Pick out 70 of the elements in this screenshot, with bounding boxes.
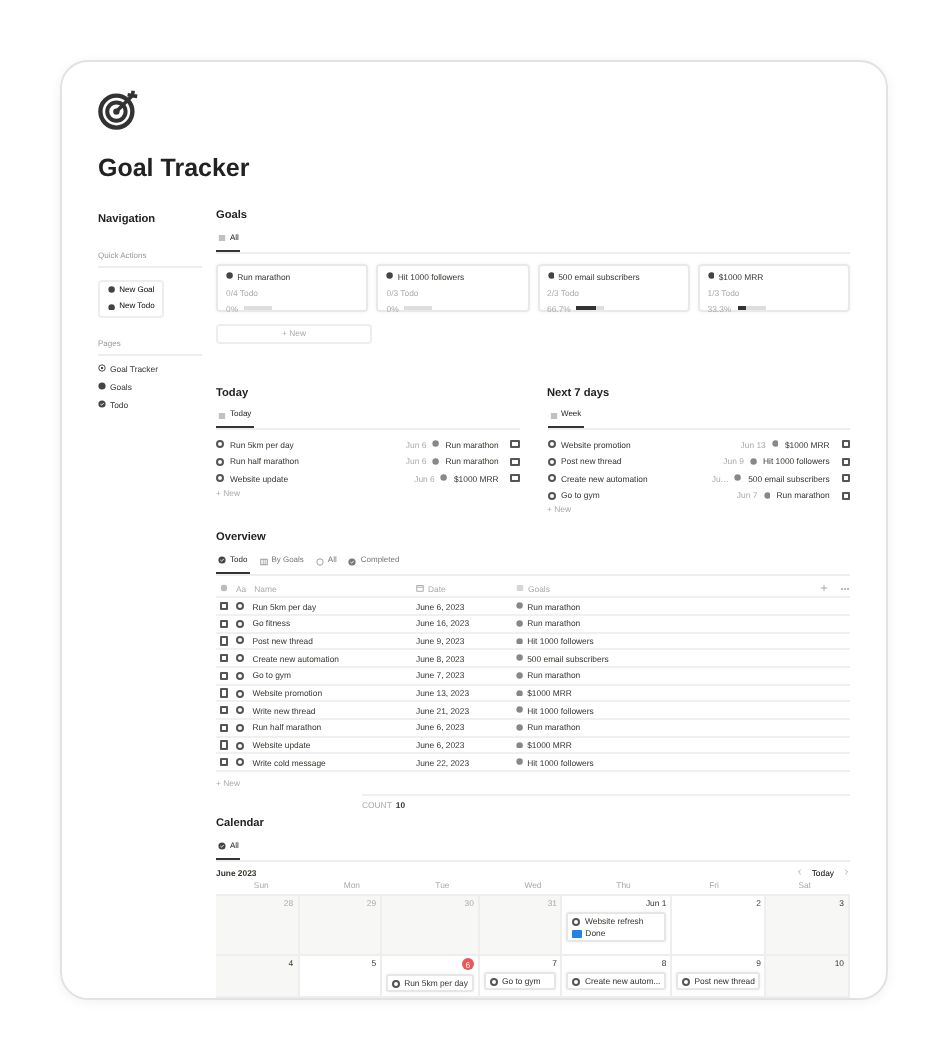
status-circle-icon [236,671,245,680]
goal-icon [98,382,106,391]
checkbox[interactable] [220,706,229,715]
checkbox[interactable] [220,601,229,611]
checkbox[interactable] [220,671,229,680]
goal-icon [516,672,524,680]
status-circle-icon [236,619,245,628]
status-circle-icon [236,689,245,697]
checkbox[interactable] [220,688,229,698]
goal-icon [707,272,715,280]
target-icon [98,364,106,373]
checkbox[interactable] [510,474,519,483]
status-circle-icon [236,758,245,767]
goal-icon [516,689,524,697]
status-circle-icon [547,440,555,449]
status-circle-icon [392,979,401,988]
checkbox[interactable] [841,457,850,466]
goal-icon [547,272,555,280]
goal-icon [516,654,524,662]
checkbox[interactable] [220,636,229,646]
goal-icon [108,286,116,294]
status-circle-icon [216,440,224,449]
goal-icon [763,491,771,500]
checkbox[interactable] [510,440,519,449]
checkbox[interactable] [220,654,229,663]
goal-icon [516,602,524,610]
goal-icon [386,272,394,280]
goal-icon [771,440,779,449]
page-title: Goal Tracker [98,154,252,184]
chevron-right-icon [842,868,850,877]
status-circle-icon [236,706,245,715]
checkbox[interactable] [220,723,229,732]
status-circle-icon [547,474,555,483]
checkbox[interactable] [220,619,229,628]
check-circle-icon [348,557,357,566]
status-circle-icon [216,457,224,466]
status-circle-icon [236,741,245,750]
checkbox[interactable] [510,457,519,466]
check-circle-icon [218,842,226,851]
status-circle-icon [236,636,245,645]
status-circle-icon [236,602,245,611]
circle-icon [220,584,228,593]
goal-icon [108,303,116,311]
status-circle-icon [547,457,555,466]
checkbox[interactable] [841,440,850,449]
status-circle-icon [572,977,581,986]
calendar-icon [416,584,424,593]
chevron-left-icon [795,868,804,877]
status-circle-icon [489,977,498,986]
goal-icon [516,706,524,714]
goal-icon [516,637,524,645]
check-circle-icon [218,556,226,565]
checkbox[interactable] [220,740,229,750]
status-circle-icon [682,977,691,986]
status-circle-icon [547,491,555,500]
goal-icon [516,741,524,749]
target-icon [98,90,138,130]
goal-icon [226,272,234,280]
checkbox[interactable] [841,491,850,500]
status-circle-icon [236,723,245,732]
plus-icon [820,584,828,593]
status-circle-icon [572,917,581,926]
checkbox[interactable] [841,474,850,483]
checkbox[interactable] [220,758,229,767]
goal-icon [516,724,524,732]
status-circle-icon [236,654,245,663]
board-icon [259,557,268,566]
status-circle-icon [216,474,224,483]
check-circle-icon [98,400,106,409]
circle-icon [315,557,324,566]
